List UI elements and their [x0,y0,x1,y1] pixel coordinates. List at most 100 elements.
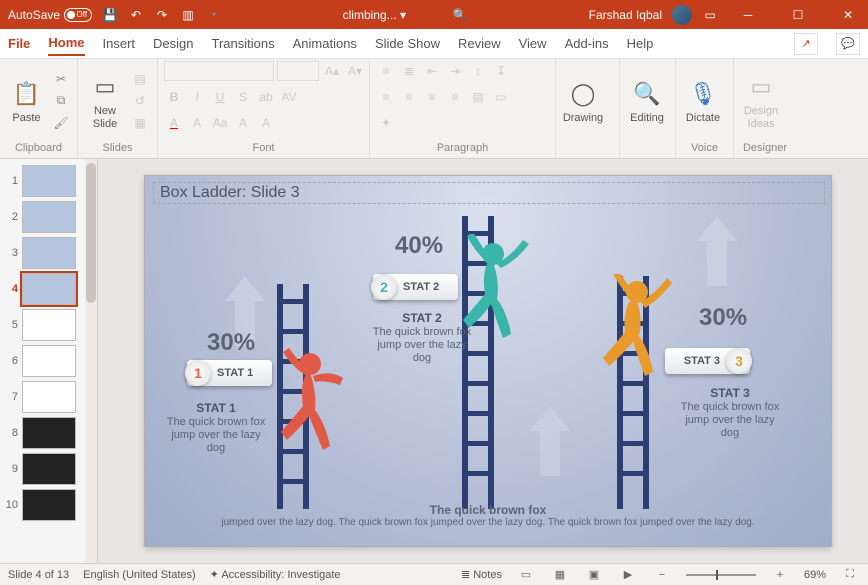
comments-button[interactable]: 💬 [836,33,860,55]
slide-title[interactable]: Box Ladder: Slide 3 [153,182,825,204]
document-title[interactable]: climbing... ▾ [343,8,406,22]
shadow-icon[interactable]: ab [256,87,276,107]
change-case-icon[interactable]: Aa [210,113,230,133]
layout-icon[interactable]: ▤ [130,69,150,89]
tab-home[interactable]: Home [48,31,84,56]
thumbnail-8[interactable]: 8 [0,415,97,451]
align-left-icon[interactable]: ≡ [376,87,396,107]
zoom-level[interactable]: 69% [804,569,826,581]
char-format-icon[interactable]: A [256,113,276,133]
fit-window-icon[interactable]: ⛶ [840,567,860,583]
slide-indicator[interactable]: Slide 4 of 13 [8,569,69,581]
share-button[interactable]: ↗ [794,33,818,55]
indent-dec-icon[interactable]: ⇤ [422,61,442,81]
new-slide-button[interactable]: ▭ New Slide [84,66,126,136]
tab-transitions[interactable]: Transitions [212,32,275,55]
zoom-in-icon[interactable]: + [770,567,790,583]
from-beginning-icon[interactable]: ▥ [180,7,196,23]
decrease-font-icon[interactable]: A▾ [345,61,365,81]
editing-button[interactable]: 🔍 Editing [626,66,668,136]
thumbnail-10[interactable]: 10 [0,487,97,523]
slide-canvas-area[interactable]: Box Ladder: Slide 3 30% 1 STAT 1 [98,159,868,563]
copy-icon[interactable]: ⧉ [51,91,71,111]
search-icon[interactable]: 🔍 [452,7,468,23]
font-selector[interactable] [164,61,274,81]
justify-icon[interactable]: ≡ [445,87,465,107]
align-text-icon[interactable]: ▭ [491,87,511,107]
indent-inc-icon[interactable]: ⇥ [445,61,465,81]
tab-animations[interactable]: Animations [293,32,357,55]
design-ideas-button[interactable]: ▭ Design Ideas [740,66,782,136]
close-button[interactable]: ✕ [828,0,868,29]
drawing-label: Drawing [563,112,603,124]
numbering-icon[interactable]: ≣ [399,61,419,81]
maximize-button[interactable]: ☐ [778,0,818,29]
slide[interactable]: Box Ladder: Slide 3 30% 1 STAT 1 [144,175,832,547]
font-size[interactable] [277,61,319,81]
dictate-button[interactable]: 🎙 Dictate [682,66,724,136]
smartart-icon[interactable]: ✦ [376,113,396,133]
align-center-icon[interactable]: ≡ [399,87,419,107]
notes-button[interactable]: ≣ Notes [461,568,502,581]
save-icon[interactable]: 💾 [102,7,118,23]
format-painter-icon[interactable]: 🖌 [51,113,71,133]
section-icon[interactable]: ▦ [130,113,150,133]
thumbnail-9[interactable]: 9 [0,451,97,487]
thumbnail-pane[interactable]: 1 2 3 4 5 6 7 8 9 10 [0,159,98,563]
bold-icon[interactable]: B [164,87,184,107]
autosave-toggle[interactable]: AutoSave [8,8,92,22]
cut-icon[interactable]: ✂ [51,69,71,89]
ribbon-display-icon[interactable]: ▭ [702,7,718,23]
thumbnail-7[interactable]: 7 [0,379,97,415]
tab-file[interactable]: File [8,32,30,55]
undo-icon[interactable]: ↶ [128,7,144,23]
avatar[interactable] [672,5,692,25]
thumbnail-scrollbar[interactable] [85,159,97,563]
tab-insert[interactable]: Insert [103,32,136,55]
thumbnail-2[interactable]: 2 [0,199,97,235]
reading-view-icon[interactable]: ▣ [584,567,604,583]
clear-format-icon[interactable]: A [233,113,253,133]
italic-icon[interactable]: I [187,87,207,107]
sorter-view-icon[interactable]: ▦ [550,567,570,583]
normal-view-icon[interactable]: ▭ [516,567,536,583]
underline-icon[interactable]: U [210,87,230,107]
thumbnail-4[interactable]: 4 [0,271,97,307]
title-bar: AutoSave 💾 ↶ ↷ ▥ ▾ climbing... ▾ 🔍 Farsh… [0,0,868,29]
strike-icon[interactable]: S [233,87,253,107]
slideshow-view-icon[interactable]: ▶ [618,567,638,583]
paste-button[interactable]: 📋 Paste [6,66,47,136]
highlight-icon[interactable]: A [187,113,207,133]
bullets-icon[interactable]: ≡ [376,61,396,81]
thumbnail-1[interactable]: 1 [0,163,97,199]
qat-customize-icon[interactable]: ▾ [206,7,222,23]
tab-design[interactable]: Design [153,32,193,55]
text-direction-icon[interactable]: ↧ [491,61,511,81]
zoom-slider[interactable] [686,574,756,576]
drawing-button[interactable]: ◯ Drawing [562,66,604,136]
columns-icon[interactable]: ▤ [468,87,488,107]
thumbnail-6[interactable]: 6 [0,343,97,379]
tab-help[interactable]: Help [627,32,654,55]
thumbnail-3[interactable]: 3 [0,235,97,271]
align-right-icon[interactable]: ≡ [422,87,442,107]
increase-font-icon[interactable]: A▴ [322,61,342,81]
stat-2-title: STAT 2 [367,311,477,325]
minimize-button[interactable]: ─ [728,0,768,29]
tab-slideshow[interactable]: Slide Show [375,32,440,55]
redo-icon[interactable]: ↷ [154,7,170,23]
ribbon-tabs: File Home Insert Design Transitions Anim… [0,29,868,59]
thumbnail-5[interactable]: 5 [0,307,97,343]
zoom-out-icon[interactable]: − [652,567,672,583]
language-indicator[interactable]: English (United States) [83,569,196,581]
tab-review[interactable]: Review [458,32,501,55]
tab-view[interactable]: View [519,32,547,55]
user-name[interactable]: Farshad Iqbal [589,8,662,22]
accessibility-indicator[interactable]: ✦ Accessibility: Investigate [210,568,341,581]
badge-3-number: 3 [726,348,752,374]
font-color-icon[interactable]: A [164,113,184,133]
reset-icon[interactable]: ↺ [130,91,150,111]
spacing-icon[interactable]: AV [279,87,299,107]
line-spacing-icon[interactable]: ↕ [468,61,488,81]
tab-addins[interactable]: Add-ins [565,32,609,55]
